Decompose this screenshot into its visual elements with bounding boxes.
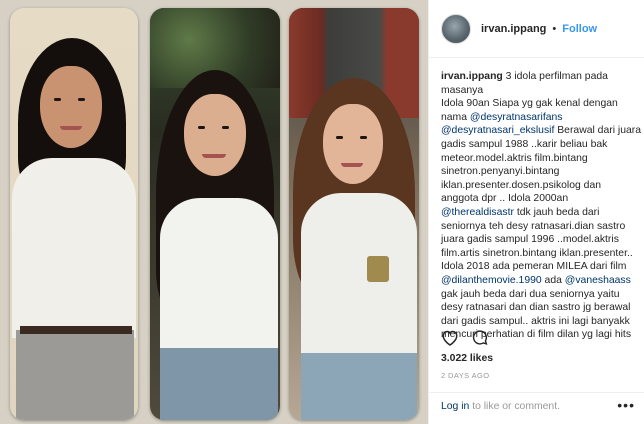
more-icon[interactable]: ••• bbox=[617, 397, 635, 413]
photo-panel-2 bbox=[150, 8, 280, 420]
caption-text: 3 idola perfilman pada masanya Idola 90an… bbox=[441, 71, 641, 340]
heart-icon[interactable] bbox=[441, 329, 459, 346]
action-bar bbox=[441, 329, 489, 346]
comment-footer: Log in to like or comment. ••• bbox=[429, 392, 644, 424]
photo-panel-3 bbox=[289, 8, 419, 420]
login-prompt: Log in to like or comment. bbox=[441, 401, 560, 412]
caption-segment: Berawal dari juara gadis sampul 1988 ..k… bbox=[441, 125, 641, 205]
separator-dot: • bbox=[552, 22, 557, 35]
post-sidebar: irvan.ippang • Follow irvan.ippang 3 ido… bbox=[428, 0, 644, 424]
post-caption: irvan.ippang 3 idola perfilman pada masa… bbox=[441, 70, 641, 342]
post-header: irvan.ippang • Follow bbox=[429, 0, 644, 58]
mention-link[interactable]: @desyratnasari_ekslusif bbox=[441, 125, 554, 136]
photo-panel-1 bbox=[10, 8, 138, 420]
post-date: 2 DAYS AGO bbox=[441, 371, 490, 380]
login-text: to like or comment. bbox=[469, 401, 560, 412]
caption-username[interactable]: irvan.ippang bbox=[441, 71, 503, 82]
username-link[interactable]: irvan.ippang bbox=[481, 23, 546, 35]
caption-segment: ada bbox=[541, 274, 565, 286]
mention-link[interactable]: @desyratnasarifans bbox=[470, 112, 563, 123]
login-link[interactable]: Log in bbox=[441, 401, 469, 412]
follow-button[interactable]: Follow bbox=[562, 23, 597, 35]
post-image[interactable] bbox=[0, 0, 428, 424]
mention-link[interactable]: @vaneshaass bbox=[565, 275, 631, 286]
mention-link[interactable]: @therealdisastr bbox=[441, 207, 514, 218]
like-count[interactable]: 3.022 likes bbox=[441, 353, 493, 364]
avatar[interactable] bbox=[441, 13, 471, 44]
caption-segment: Idola 2018 ada pemeran MILEA dari film bbox=[441, 261, 627, 273]
comment-icon[interactable] bbox=[471, 329, 489, 346]
mention-link[interactable]: @dilanthemovie.1990 bbox=[441, 275, 542, 286]
